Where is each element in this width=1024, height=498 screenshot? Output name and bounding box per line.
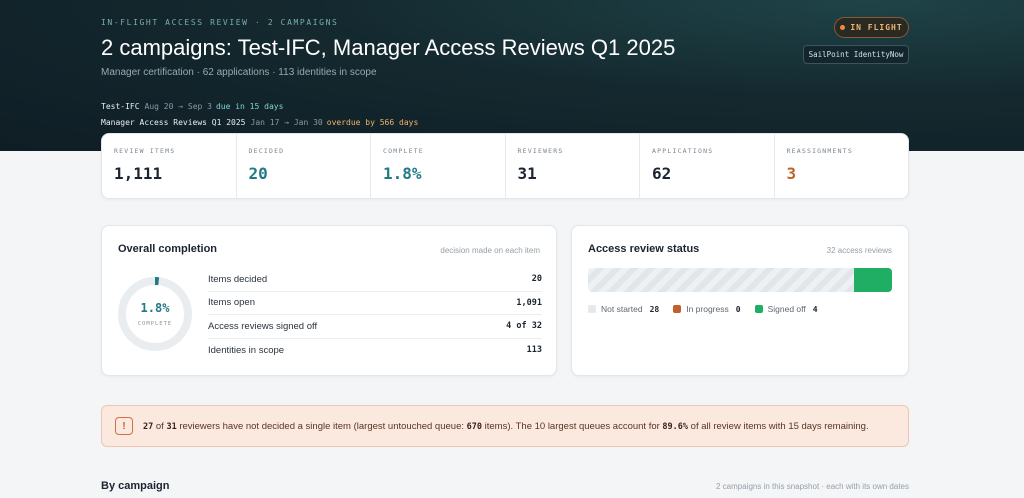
alert-number: 27: [143, 421, 154, 432]
alert-number: 670: [466, 421, 482, 432]
campaign-schedule-row: Test-IFC Aug 20 → Sep 3 due in 15 days: [101, 102, 283, 111]
kpi-value: 31: [517, 164, 537, 183]
completion-ring: 1.8% COMPLETE: [117, 276, 193, 352]
kpi-label: REVIEW ITEMS: [114, 147, 176, 155]
alert-text: of: [153, 420, 167, 432]
page-subtitle: Manager certification · 62 applications …: [101, 67, 377, 78]
status-badge: IN FLIGHT: [834, 17, 909, 38]
legend-label: Signed off: [767, 304, 806, 314]
hero-banner: IN-FLIGHT ACCESS REVIEW · 2 CAMPAIGNS 2 …: [0, 0, 1024, 151]
legend-label: Not started: [601, 304, 643, 314]
overall-completion-card: Overall completion decision made on each…: [101, 225, 557, 376]
stat-row: Items decided 20: [208, 268, 542, 292]
completion-percent: 1.8%: [140, 301, 170, 315]
alert-text: items). The 10 largest queues account fo…: [482, 420, 663, 432]
alert-icon: !: [115, 417, 133, 435]
stat-value: 113: [526, 345, 542, 356]
eyebrow: IN-FLIGHT ACCESS REVIEW · 2 CAMPAIGNS: [101, 18, 339, 27]
legend-item-not-started: Not started 28: [588, 304, 659, 314]
kpi-label: REVIEWERS: [517, 147, 564, 155]
card-note: decision made on each item: [440, 246, 540, 255]
campaign-due-note: due in 15 days: [215, 102, 284, 111]
kpi-complete: COMPLETE 1.8%: [370, 134, 505, 198]
card-title: Overall completion: [118, 243, 218, 255]
kpi-review-items: REVIEW ITEMS 1,111: [102, 134, 236, 198]
stat-row: Identities in scope 113: [208, 339, 542, 363]
source-system-tag: SailPoint IdentityNow: [803, 45, 909, 64]
campaign-name: Manager Access Reviews Q1 2025: [101, 118, 246, 127]
card-title: Access review status: [588, 243, 700, 255]
kpi-label: COMPLETE: [383, 147, 424, 155]
campaign-schedule-row: Manager Access Reviews Q1 2025 Jan 17 → J…: [101, 118, 418, 127]
stat-row: Access reviews signed off 4 of 32: [208, 315, 542, 339]
stat-value: 4 of 32: [506, 321, 542, 332]
section-note: 2 campaigns in this snapshot · each with…: [716, 482, 909, 491]
legend-label: In progress: [686, 304, 729, 314]
legend-swatch: [588, 305, 596, 313]
kpi-reassignments: REASSIGNMENTS 3: [773, 134, 909, 198]
bar-segment-not-started: [588, 268, 854, 292]
legend-item-in-progress: In progress 0: [673, 304, 741, 314]
card-note: 32 access reviews: [826, 246, 892, 255]
stat-row: Items open 1,091: [208, 292, 542, 315]
review-status-legend: Not started 28 In progress 0 Signed off …: [588, 304, 818, 314]
bar-segment-signed-off: [854, 268, 892, 292]
stat-value: 20: [531, 274, 542, 285]
campaign-dates: Aug 20 → Sep 3: [144, 102, 212, 111]
completion-caption: COMPLETE: [137, 321, 173, 327]
kpi-label: DECIDED: [248, 147, 285, 155]
campaign-dates: Jan 17 → Jan 30: [250, 118, 323, 127]
kpi-reviewers: REVIEWERS 31: [504, 134, 640, 198]
legend-count: 28: [649, 304, 660, 314]
stat-label: Identities in scope: [208, 344, 285, 356]
alert-text: reviewers have not decided a single item…: [176, 420, 467, 432]
stat-value: 1,091: [516, 297, 542, 308]
legend-swatch: [754, 305, 763, 313]
legend-swatch: [673, 305, 682, 313]
alert-message: 27 of 31 reviewers have not decided a si…: [143, 421, 869, 432]
alert-number: 89.6%: [662, 421, 689, 432]
alert-number: 31: [166, 421, 177, 432]
section-title-by-campaign: By campaign: [101, 480, 170, 492]
page-title: 2 campaigns: Test-IFC, Manager Access Re…: [101, 35, 676, 60]
kpi-value: 1,111: [114, 164, 163, 183]
stat-label: Items open: [208, 297, 255, 309]
status-label: IN FLIGHT: [850, 23, 903, 32]
kpi-label: APPLICATIONS: [652, 147, 714, 155]
kpi-applications: APPLICATIONS 62: [639, 134, 774, 198]
alert-text: of all review items with 15 days remaini…: [688, 420, 869, 432]
access-review-status-card: Access review status 32 access reviews N…: [571, 225, 909, 376]
kpi-value: 1.8%: [383, 164, 422, 183]
kpi-value: 62: [652, 164, 672, 183]
kpi-decided: DECIDED 20: [235, 134, 371, 198]
campaign-overdue-note: overdue by 566 days: [326, 118, 419, 127]
campaign-name: Test-IFC: [101, 102, 140, 111]
status-dot-icon: [840, 25, 846, 30]
legend-count: 4: [812, 304, 818, 314]
reviewer-alert-banner: ! 27 of 31 reviewers have not decided a …: [101, 405, 909, 447]
stat-label: Access reviews signed off: [208, 320, 318, 332]
kpi-value: 3: [786, 164, 797, 183]
legend-count: 0: [735, 304, 741, 314]
review-status-bar: [588, 268, 892, 292]
stat-label: Items decided: [208, 273, 268, 285]
legend-item-signed-off: Signed off 4: [754, 304, 818, 314]
kpi-value: 20: [248, 164, 268, 183]
kpi-strip: REVIEW ITEMS 1,111 DECIDED 20 COMPLETE 1…: [101, 133, 909, 199]
kpi-label: REASSIGNMENTS: [786, 147, 853, 155]
completion-stats: Items decided 20 Items open 1,091 Access…: [208, 268, 542, 362]
